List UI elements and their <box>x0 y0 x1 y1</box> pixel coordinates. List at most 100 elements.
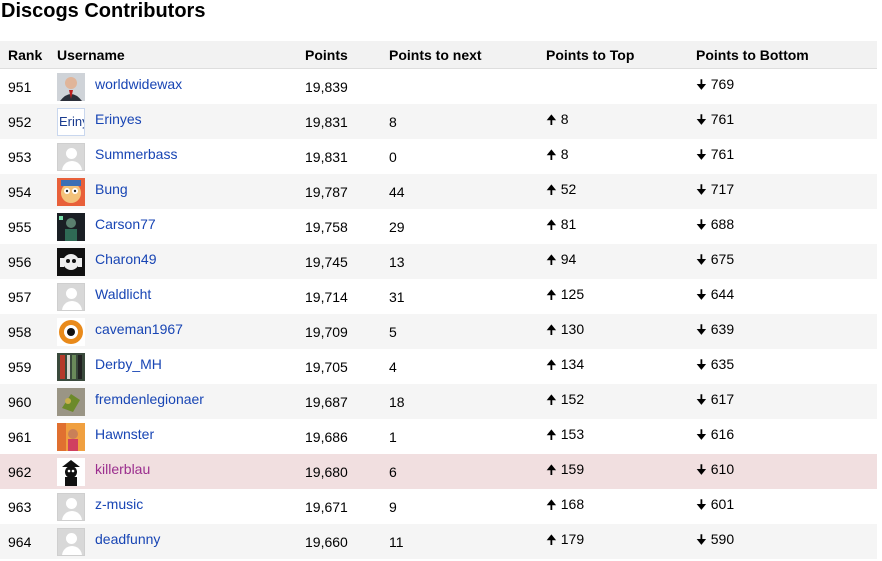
arrow-down-icon: 🠋 <box>696 76 707 92</box>
skull-icon[interactable] <box>57 247 85 276</box>
col-header-username: Username <box>57 41 305 69</box>
username-link[interactable]: z-music <box>95 496 143 512</box>
arrow-down-icon: 🠋 <box>696 391 707 407</box>
points-to-top: 94 <box>560 250 577 267</box>
rank-cell: 953 <box>8 148 32 165</box>
points-to-top: 153 <box>560 425 585 442</box>
arrow-down-icon: 🠋 <box>696 321 707 337</box>
username-link[interactable]: Derby_MH <box>95 356 162 372</box>
table-row: 958 caveman1967 19,709 5 🠉 130 🠋 639 <box>0 314 877 349</box>
points-to-bottom-cell: 🠋 590 <box>696 524 877 559</box>
avatar[interactable]: Eriny <box>57 107 85 136</box>
username-link[interactable]: fremdenlegionaer <box>95 391 204 407</box>
default-avatar-icon[interactable] <box>57 282 85 311</box>
points-to-bottom: 688 <box>710 215 735 232</box>
username-link[interactable]: Hawnster <box>95 426 154 442</box>
username-link[interactable]: Charon49 <box>95 251 157 267</box>
arrow-up-icon: 🠉 <box>546 531 557 547</box>
points-cell: 19,758 <box>305 218 348 235</box>
points-to-bottom-cell: 🠋 761 <box>696 104 877 139</box>
avatar[interactable] <box>57 457 85 486</box>
arrow-down-icon: 🠋 <box>696 356 707 372</box>
points-cell: 19,705 <box>305 358 348 375</box>
avatar[interactable] <box>57 422 85 451</box>
arrow-up-icon: 🠉 <box>546 496 557 512</box>
username-link[interactable]: Bung <box>95 181 128 197</box>
points-to-next-cell: 9 <box>389 498 397 515</box>
username-link[interactable]: Erinyes <box>95 111 142 127</box>
points-to-bottom: 590 <box>710 530 735 547</box>
points-to-next-cell: 18 <box>389 384 546 419</box>
points-to-top: 8 <box>560 110 569 127</box>
username-link[interactable]: Carson77 <box>95 216 156 232</box>
avatar[interactable] <box>57 72 85 101</box>
points-cell: 19,660 <box>305 524 389 559</box>
avatar[interactable] <box>57 387 85 416</box>
col-header-points-to-next: Points to next <box>389 41 546 69</box>
col-header-points: Points <box>305 41 389 69</box>
points-cell: 19,745 <box>305 244 389 279</box>
default-avatar-icon[interactable] <box>57 527 85 556</box>
points-cell: 19,671 <box>305 498 348 515</box>
rank-cell: 954 <box>0 174 57 209</box>
username-link[interactable]: caveman1967 <box>95 321 183 337</box>
points-to-top-cell: 🠉 134 <box>546 349 696 384</box>
points-to-next-cell: 4 <box>389 358 397 375</box>
points-to-next-cell: 29 <box>389 218 405 235</box>
points-to-bottom-cell: 🠋 610 <box>696 454 877 489</box>
points-to-bottom-cell: 🠋 761 <box>696 139 877 174</box>
table-row: 952 Eriny Erinyes 19,831 8 🠉8 🠋761 <box>0 104 877 139</box>
col-header-rank: Rank <box>0 41 57 69</box>
points-to-bottom: 761 <box>710 110 735 127</box>
default-avatar-icon[interactable] <box>57 492 85 521</box>
table-row: 957 Waldlicht 19,714 31 🠉 125 🠋 644 <box>0 279 877 314</box>
username-link[interactable]: worldwidewax <box>95 76 182 92</box>
avatar[interactable] <box>57 177 85 206</box>
arrow-up-icon: 🠉 <box>546 181 557 197</box>
default-avatar-icon[interactable] <box>57 142 85 171</box>
arrow-down-icon: 🠋 <box>696 146 707 162</box>
username-link[interactable]: Summerbass <box>95 146 177 162</box>
arrow-up-icon: 🠉 <box>546 286 557 302</box>
points-to-top: 130 <box>560 320 585 337</box>
points-to-top-cell: 🠉 152 <box>546 384 696 419</box>
points-to-bottom-cell: 🠋 616 <box>696 419 877 454</box>
points-cell: 19,687 <box>305 384 389 419</box>
arrow-down-icon: 🠋 <box>696 461 707 477</box>
points-to-bottom-cell: 🠋 717 <box>696 174 877 209</box>
points-to-next-cell: 1 <box>389 428 397 445</box>
points-to-top-cell: 🠉 168 <box>546 489 696 524</box>
avatar[interactable] <box>57 352 85 381</box>
username-link[interactable]: deadfunny <box>95 531 160 547</box>
col-header-points-to-bottom: Points to Bottom <box>696 41 877 69</box>
table-row: 964 deadfunny 19,660 11 🠉 179 🠋 590 <box>0 524 877 559</box>
rank-cell: 961 <box>8 428 32 445</box>
arrow-up-icon: 🠉 <box>546 426 557 442</box>
points-to-top-cell: 🠉 8 <box>546 104 696 139</box>
username-link[interactable]: Waldlicht <box>95 286 151 302</box>
avatar[interactable] <box>57 317 85 346</box>
points-to-bottom: 769 <box>710 75 735 92</box>
points-cell: 19,839 <box>305 78 348 95</box>
rank-cell: 956 <box>0 244 57 279</box>
table-row: 963 z-music 19,671 9 🠉 168 🠋 601 <box>0 489 877 524</box>
username-link[interactable]: killerblau <box>95 461 150 477</box>
avatar[interactable] <box>57 212 85 241</box>
points-to-bottom: 717 <box>710 180 735 197</box>
points-to-top-cell: 🠉 8 <box>546 139 696 174</box>
contributors-table: Rank Username Points Points to next Poin… <box>0 41 877 559</box>
points-to-top-cell: 🠉 52 <box>546 174 696 209</box>
points-to-top-cell: 🠉 94 <box>546 244 696 279</box>
points-to-bottom-cell: 🠋 769 <box>696 69 877 105</box>
table-row: 959 Derby_MH 19,705 4 🠉 134 🠋 635 <box>0 349 877 384</box>
rank-cell: 960 <box>0 384 57 419</box>
arrow-up-icon: 🠉 <box>546 146 557 162</box>
points-to-bottom: 617 <box>710 390 735 407</box>
points-to-bottom: 635 <box>710 355 735 372</box>
points-to-top-cell: 🠉 159 <box>546 454 696 489</box>
arrow-up-icon: 🠉 <box>546 111 557 127</box>
points-to-bottom-cell: 🠋 635 <box>696 349 877 384</box>
arrow-up-icon: 🠉 <box>546 391 557 407</box>
points-to-next-cell: 6 <box>389 454 546 489</box>
arrow-up-icon: 🠉 <box>546 356 557 372</box>
